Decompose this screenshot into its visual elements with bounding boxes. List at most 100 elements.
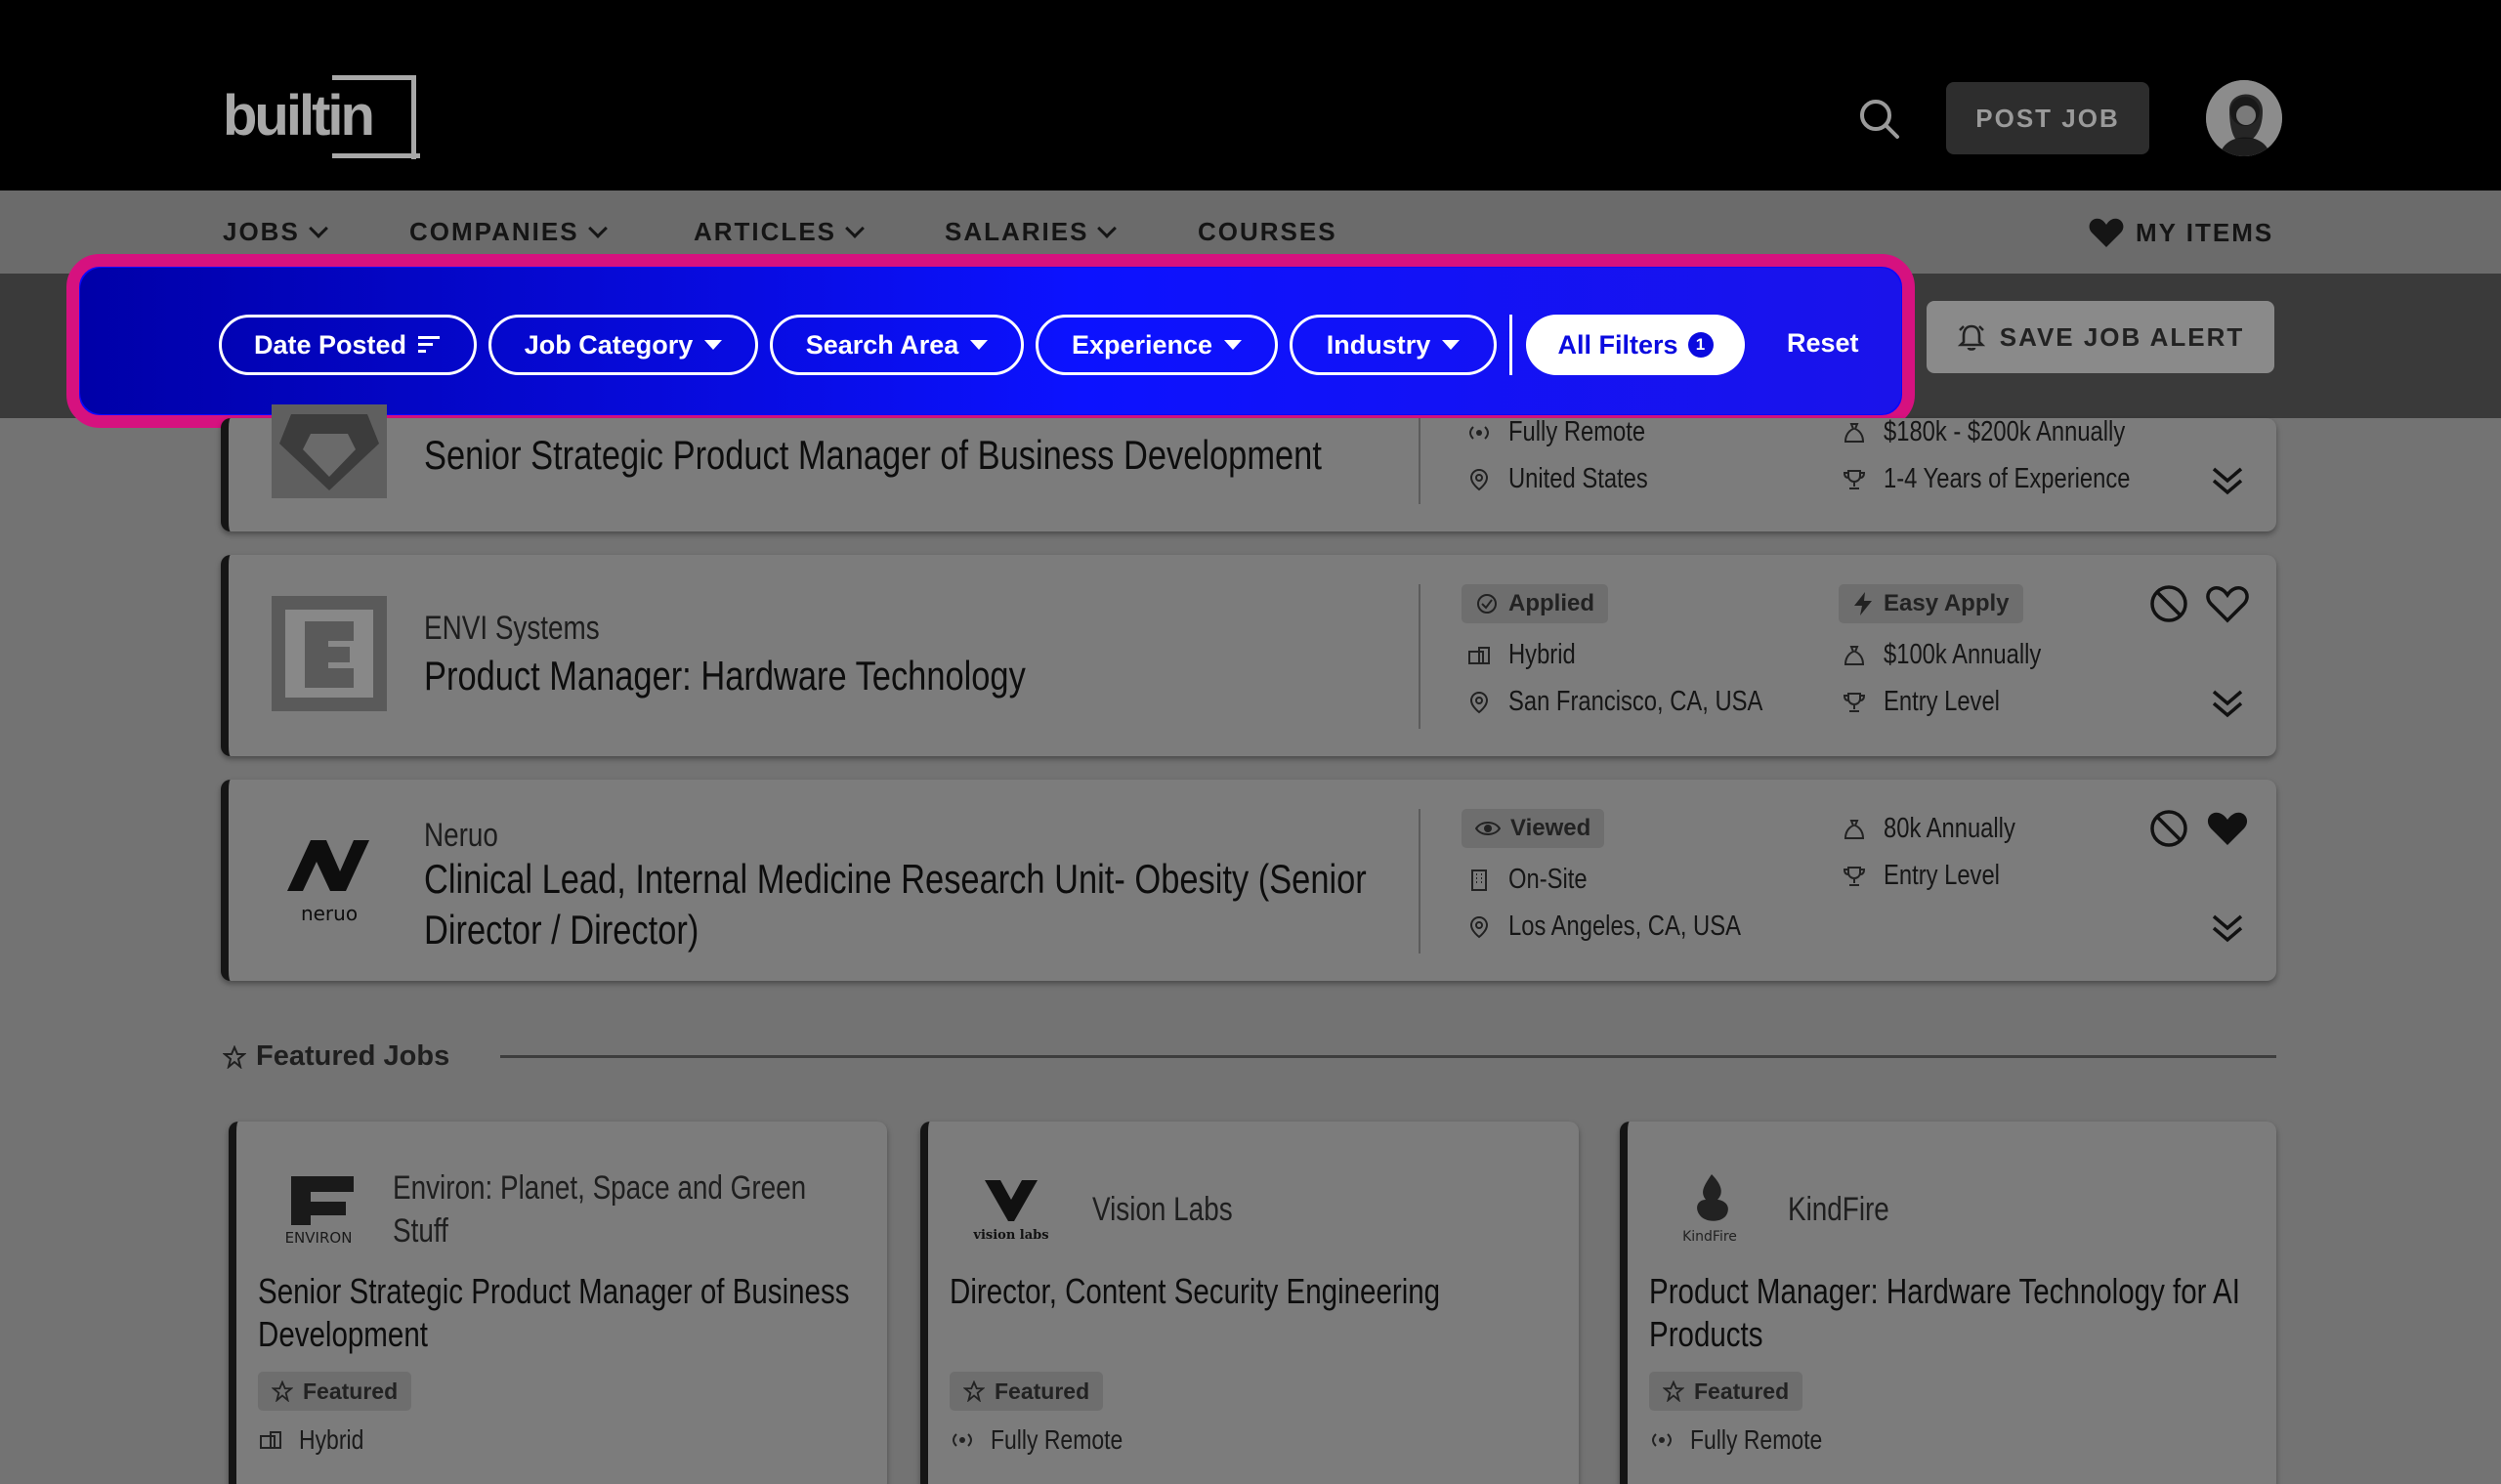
hybrid-icon: [1468, 646, 1490, 664]
job-title: Director, Content Security Engineering: [950, 1271, 1441, 1311]
remote-icon: [1652, 1433, 1672, 1447]
featured-job-card[interactable]: ENVIRON Environ: Planet, Space and Green…: [229, 1122, 887, 1484]
filter-divider: [1509, 315, 1512, 375]
company-logo: KindFire: [1671, 1170, 1759, 1249]
company-logo: [272, 596, 387, 711]
featured-jobs-heading: Featured Jobs: [256, 1040, 450, 1072]
work-type: On-Site: [1467, 864, 1604, 896]
svg-text:KindFire: KindFire: [1682, 1229, 1737, 1245]
chevron-down-icon: [308, 218, 328, 238]
viewed-badge: Viewed: [1462, 809, 1605, 848]
featured-job-card[interactable]: KindFire KindFire Product Manager: Hardw…: [1620, 1122, 2276, 1484]
bell-icon: [1957, 324, 1985, 351]
job-title: Clinical Lead, Internal Medicine Researc…: [424, 856, 1367, 902]
easy-apply-badge: Easy Apply: [1839, 584, 2023, 623]
lightning-icon: [1854, 592, 1872, 615]
company-name: Vision Labs: [1092, 1191, 1233, 1228]
location-pin-icon: [1469, 915, 1489, 938]
nav-salaries[interactable]: SALARIES: [945, 217, 1118, 247]
search-icon[interactable]: [1858, 98, 1901, 141]
check-circle-icon: [1477, 594, 1497, 614]
job-title: Product Manager: Hardware Technology for…: [1649, 1271, 2240, 1311]
remote-icon: [953, 1433, 972, 1447]
nav-courses[interactable]: COURSES: [1198, 217, 1337, 247]
job-card[interactable]: neruo Neruo Clinical Lead, Internal Medi…: [221, 780, 2276, 981]
job-card[interactable]: ENVI Systems Product Manager: Hardware T…: [221, 555, 2276, 756]
hybrid-icon: [260, 1431, 281, 1449]
eye-icon: [1475, 822, 1501, 835]
not-interested-icon[interactable]: [2149, 809, 2188, 848]
applied-badge: Applied: [1462, 584, 1608, 623]
job-title: Senior Strategic Product Manager of Busi…: [424, 432, 1322, 478]
company-name: Environ: Planet, Space and Green: [393, 1169, 807, 1207]
heart-icon: [2089, 218, 2124, 247]
job-salary: $100k Annually: [1843, 639, 2076, 671]
company-name: KindFire: [1788, 1191, 1889, 1228]
svg-text:vision labs: vision labs: [972, 1228, 1048, 1243]
featured-badge: Featured: [950, 1372, 1104, 1411]
location-pin-icon: [1469, 468, 1489, 490]
save-job-alert-button[interactable]: SAVE JOB ALERT: [1927, 301, 2274, 373]
building-icon: [1471, 869, 1487, 891]
expand-icon[interactable]: [2210, 911, 2245, 946]
search-area-filter[interactable]: Search Area: [770, 315, 1024, 375]
job-location: Los Angeles, CA, USA: [1467, 911, 1792, 943]
company-logo: [272, 404, 387, 498]
industry-filter[interactable]: Industry: [1290, 315, 1497, 375]
money-bag-icon: [1844, 645, 1865, 665]
nav-my-items[interactable]: MY ITEMS: [2089, 217, 2273, 248]
work-type: Hybrid: [258, 1424, 378, 1456]
job-experience: 1-4 Years of Experience: [1843, 463, 2184, 495]
work-type: Fully Remote: [1467, 416, 1675, 448]
company-name: ENVI Systems: [424, 610, 600, 647]
job-category-filter[interactable]: Job Category: [488, 315, 758, 375]
remote-icon: [1469, 425, 1489, 440]
not-interested-icon[interactable]: [2149, 584, 2188, 623]
company-logo: vision labs: [967, 1170, 1055, 1249]
featured-badge: Featured: [258, 1372, 412, 1411]
location-pin-icon: [1469, 691, 1489, 713]
sort-icon: [418, 336, 441, 353]
job-salary: $180k - $200k Annually: [1843, 416, 2179, 448]
star-icon: [272, 1380, 293, 1402]
money-bag-icon: [1844, 422, 1865, 443]
reset-button[interactable]: Reset: [1787, 328, 1859, 359]
nav-jobs[interactable]: JOBS: [223, 217, 328, 247]
avatar[interactable]: [2206, 80, 2282, 156]
expand-icon[interactable]: [2210, 686, 2245, 721]
top-header: builtin POST JOB: [0, 0, 2501, 191]
caret-down-icon: [1224, 340, 1243, 350]
svg-text:ENVIRON: ENVIRON: [285, 1229, 353, 1247]
saved-heart-icon[interactable]: [2206, 809, 2249, 848]
experience-filter[interactable]: Experience: [1036, 315, 1278, 375]
save-heart-icon[interactable]: [2206, 584, 2249, 623]
chevron-down-icon: [587, 218, 608, 238]
caret-down-icon: [704, 340, 723, 350]
job-title: Senior Strategic Product Manager of Busi…: [258, 1271, 850, 1311]
post-job-button[interactable]: POST JOB: [1946, 82, 2149, 154]
featured-badge: Featured: [1649, 1372, 1803, 1411]
work-type: Fully Remote: [950, 1424, 1152, 1456]
work-type: Fully Remote: [1649, 1424, 1851, 1456]
expand-icon[interactable]: [2210, 463, 2245, 498]
job-card[interactable]: Senior Strategic Product Manager of Busi…: [221, 404, 2276, 531]
caret-down-icon: [970, 340, 989, 350]
job-location: San Francisco, CA, USA: [1467, 686, 1819, 718]
all-filters-button[interactable]: All Filters 1: [1526, 315, 1745, 375]
trophy-icon: [1843, 469, 1866, 489]
job-title: Product Manager: Hardware Technology: [424, 653, 1026, 699]
company-logo: neruo: [272, 823, 387, 938]
featured-job-card[interactable]: vision labs Vision Labs Director, Conten…: [920, 1122, 1579, 1484]
work-type: Hybrid: [1467, 639, 1590, 671]
builtin-logo[interactable]: builtin: [223, 73, 420, 161]
job-salary: 80k Annually: [1843, 813, 2044, 845]
star-icon: [1663, 1380, 1684, 1402]
star-icon: [963, 1380, 985, 1402]
filter-count-badge: 1: [1687, 332, 1714, 358]
date-posted-filter[interactable]: Date Posted: [219, 315, 477, 375]
nav-companies[interactable]: COMPANIES: [409, 217, 608, 247]
job-experience: Entry Level: [1843, 686, 2025, 718]
trophy-icon: [1843, 692, 1866, 712]
nav-articles[interactable]: ARTICLES: [694, 217, 865, 247]
company-name: Neruo: [424, 817, 498, 854]
